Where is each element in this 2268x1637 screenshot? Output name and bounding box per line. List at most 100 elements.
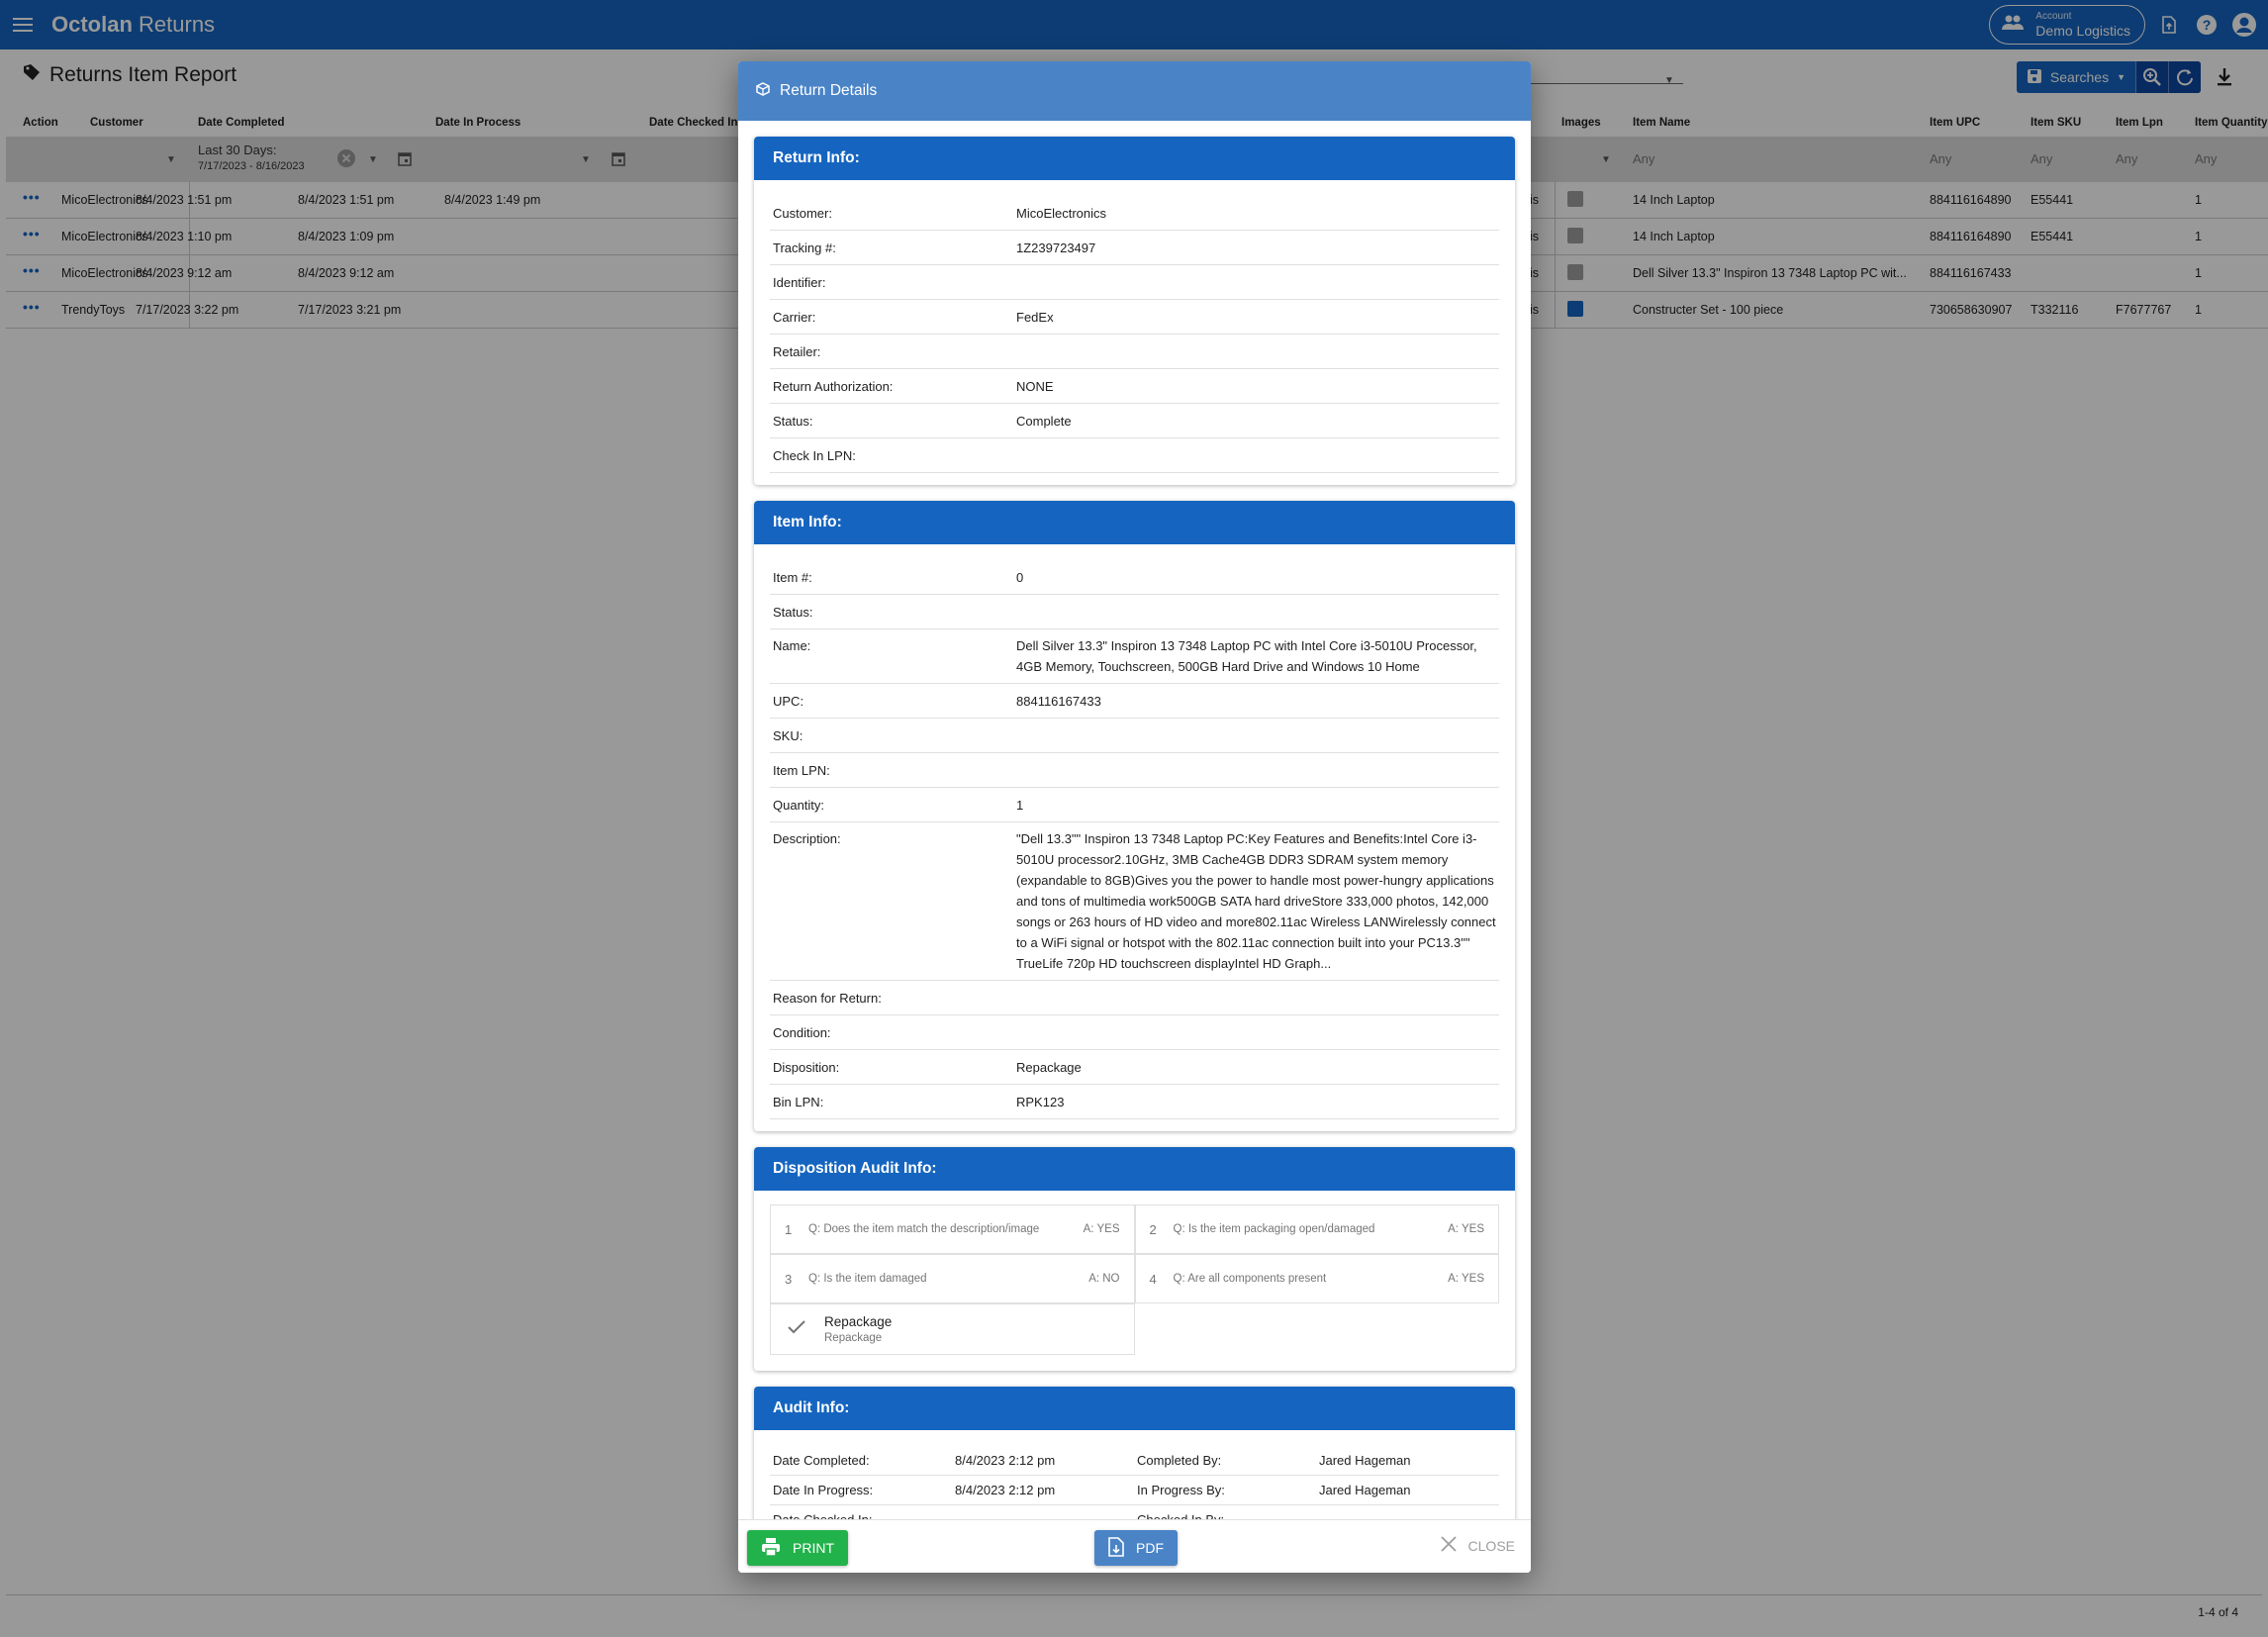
close-icon [1440, 1536, 1457, 1555]
question-answer: A: YES [1083, 1223, 1120, 1235]
detail-row: Return Authorization: NONE [770, 369, 1499, 404]
audit-question: 4 Q: Are all components present A: YES [1134, 1254, 1499, 1303]
return-info-heading: Return Info: [754, 137, 1515, 180]
audit-value: 8/4/2023 2:12 pm [955, 1453, 1056, 1468]
detail-label: UPC: [773, 694, 804, 709]
detail-value: RPK123 [1016, 1095, 1065, 1109]
detail-row: Customer: MicoElectronics [770, 196, 1499, 231]
audit-label: In Progress By: [1137, 1483, 1225, 1497]
disposition-result-title: Repackage [824, 1314, 893, 1329]
detail-value [1016, 988, 1496, 1009]
question-text: Q: Is the item packaging open/damaged [1173, 1223, 1375, 1235]
disposition-result: Repackage Repackage [770, 1303, 1135, 1355]
question-text: Q: Does the item match the description/i… [808, 1223, 1040, 1235]
audit-label: Date In Progress: [773, 1483, 874, 1497]
detail-value [1016, 341, 1496, 362]
detail-value [1016, 602, 1496, 623]
detail-value: MicoElectronics [1016, 206, 1107, 221]
detail-row: Bin LPN: RPK123 [770, 1085, 1499, 1119]
detail-label: Retailer: [773, 344, 821, 359]
close-button[interactable]: CLOSE [1440, 1536, 1515, 1555]
question-answer: A: YES [1448, 1223, 1484, 1235]
question-text: Q: Are all components present [1173, 1273, 1327, 1285]
detail-row: Identifier: [770, 265, 1499, 300]
detail-value: 0 [1016, 570, 1024, 585]
print-label: PRINT [793, 1540, 834, 1556]
detail-row: Status: [770, 595, 1499, 629]
audit-value: Jared Hageman [1319, 1483, 1411, 1497]
detail-value: Repackage [1016, 1060, 1082, 1075]
detail-value: FedEx [1016, 310, 1054, 325]
detail-value [1016, 725, 1496, 746]
detail-value: Dell Silver 13.3" Inspiron 13 7348 Lapto… [1016, 638, 1477, 674]
disposition-result-subtitle: Repackage [824, 1332, 883, 1344]
detail-value: NONE [1016, 379, 1054, 394]
detail-label: Status: [773, 414, 813, 429]
audit-question: 1 Q: Does the item match the description/… [770, 1204, 1135, 1254]
detail-row: Status: Complete [770, 404, 1499, 438]
detail-row: Condition: [770, 1015, 1499, 1050]
detail-row: Quantity: 1 [770, 788, 1499, 822]
detail-value [1016, 272, 1496, 293]
detail-label: Identifier: [773, 275, 826, 290]
detail-row: Carrier: FedEx [770, 300, 1499, 335]
detail-row: Tracking #: 1Z239723497 [770, 231, 1499, 265]
detail-row: Description: "Dell 13.3"" Inspiron 13 734… [770, 822, 1499, 981]
return-info-card: Return Info: Customer: MicoElectronics Tra… [754, 137, 1515, 485]
item-info-card: Item Info: Item #: 0 Status: Name: Dell Silv… [754, 501, 1515, 1131]
detail-label: Item LPN: [773, 763, 830, 778]
print-button[interactable]: PRINT [747, 1530, 848, 1566]
audit-row: Date In Progress: 8/4/2023 2:12 pm In Prog… [770, 1476, 1499, 1505]
detail-row: SKU: [770, 719, 1499, 753]
detail-label: Quantity: [773, 798, 825, 813]
detail-row: Retailer: [770, 335, 1499, 369]
audit-value: Jared Hageman [1319, 1453, 1411, 1468]
audit-value: 8/4/2023 2:12 pm [955, 1483, 1056, 1497]
return-details-dialog: Return Details Return Info: Customer: Mic… [738, 61, 1531, 1573]
detail-row: Name: Dell Silver 13.3" Inspiron 13 7348 … [770, 629, 1499, 684]
detail-value: "Dell 13.3"" Inspiron 13 7348 Laptop PC:… [1016, 831, 1496, 971]
pdf-button[interactable]: PDF [1094, 1530, 1178, 1566]
question-number: 4 [1149, 1271, 1157, 1287]
disposition-audit-card: Disposition Audit Info: 1 Q: Does the ite… [754, 1147, 1515, 1371]
close-label: CLOSE [1467, 1537, 1515, 1554]
printer-icon [761, 1537, 781, 1560]
question-text: Q: Is the item damaged [808, 1273, 927, 1285]
audit-question: 2 Q: Is the item packaging open/damaged A:… [1134, 1204, 1499, 1254]
pdf-label: PDF [1136, 1540, 1164, 1556]
detail-row: Item #: 0 [770, 560, 1499, 595]
dialog-footer: PRINT PDF CLOSE [738, 1519, 1531, 1573]
detail-value [1016, 760, 1496, 781]
detail-label: Disposition: [773, 1060, 840, 1075]
detail-row: Reason for Return: [770, 981, 1499, 1015]
detail-label: Tracking #: [773, 241, 836, 255]
detail-label: Check In LPN: [773, 448, 856, 463]
detail-label: SKU: [773, 728, 803, 743]
detail-row: Item LPN: [770, 753, 1499, 788]
detail-label: Item #: [773, 570, 812, 585]
detail-label: Status: [773, 605, 813, 620]
detail-value: 1Z239723497 [1016, 241, 1096, 255]
question-number: 1 [785, 1221, 793, 1237]
detail-row: Disposition: Repackage [770, 1050, 1499, 1085]
dialog-title: Return Details [780, 82, 878, 99]
detail-label: Customer: [773, 206, 832, 221]
detail-label: Name: [773, 638, 811, 653]
detail-label: Condition: [773, 1025, 831, 1040]
disposition-audit-heading: Disposition Audit Info: [754, 1147, 1515, 1191]
detail-label: Reason for Return: [773, 991, 882, 1006]
detail-label: Description: [773, 831, 841, 846]
package-icon [756, 81, 770, 101]
detail-value: 1 [1016, 798, 1024, 813]
audit-label: Date Completed: [773, 1453, 870, 1468]
audit-info-heading: Audit Info: [754, 1387, 1515, 1430]
detail-value: Complete [1016, 414, 1072, 429]
audit-question: 3 Q: Is the item damaged A: NO [770, 1254, 1135, 1303]
detail-value [1016, 1022, 1496, 1043]
detail-row: Check In LPN: [770, 438, 1499, 473]
detail-value [1016, 445, 1496, 466]
check-icon [787, 1319, 806, 1340]
detail-label: Return Authorization: [773, 379, 894, 394]
file-download-icon [1108, 1536, 1124, 1560]
audit-label: Completed By: [1137, 1453, 1222, 1468]
